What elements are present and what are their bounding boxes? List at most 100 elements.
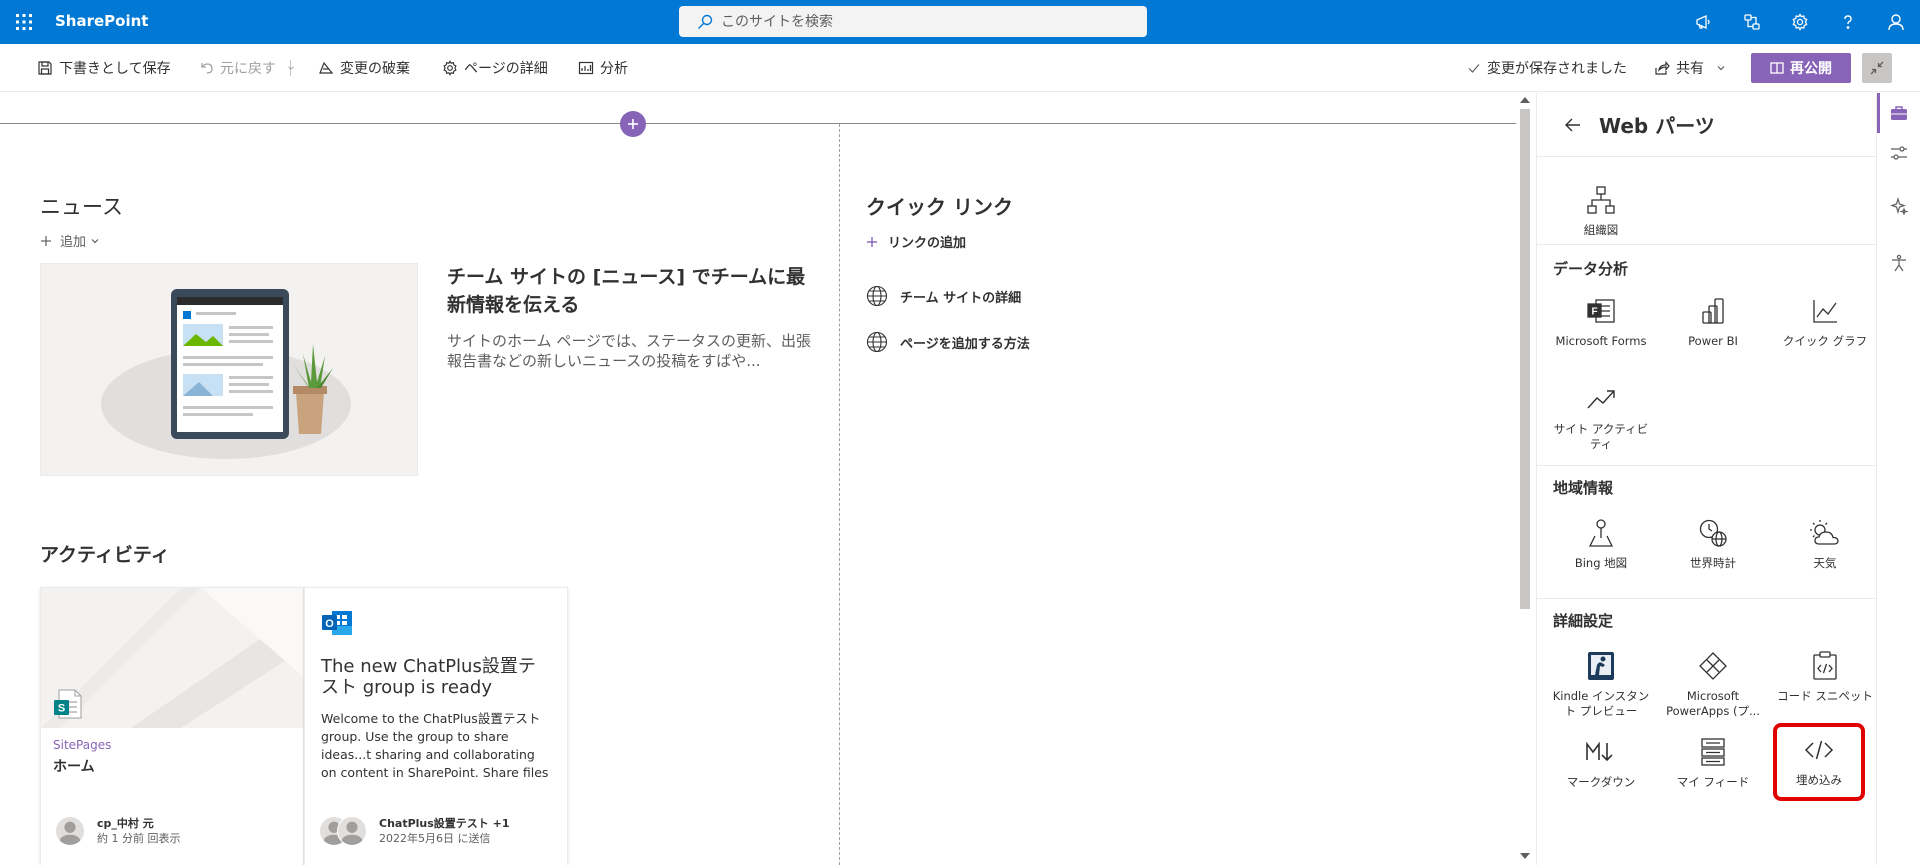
add-section-button[interactable] — [620, 111, 646, 137]
toolbox-section: 地域情報 Bing 地図 世界時計 天気 — [1537, 466, 1876, 599]
back-arrow-icon[interactable] — [1561, 113, 1585, 137]
section-title: 地域情報 — [1553, 479, 1614, 497]
sharepoint-page-icon: S — [53, 688, 83, 720]
save-draft-label: 下書きとして保存 — [59, 61, 171, 77]
settings-icon[interactable] — [1776, 0, 1824, 44]
avatar — [337, 816, 367, 846]
section-separator — [0, 123, 1516, 124]
profile-icon[interactable] — [1872, 0, 1920, 44]
collapse-icon[interactable] — [1862, 53, 1892, 83]
news-add-label: 追加 — [60, 235, 87, 250]
webpart-label: 組織図 — [1583, 223, 1619, 237]
sliders-icon[interactable] — [1877, 133, 1920, 173]
undo-dropdown-chevron-icon[interactable] — [287, 44, 301, 92]
scroll-thumb[interactable] — [1520, 109, 1530, 609]
section-title: 詳細設定 — [1553, 612, 1614, 630]
card-person: ChatPlus設置テスト +1 2022年5月6日 に送信 — [319, 816, 510, 846]
discard-changes-button[interactable]: 変更の破棄 — [318, 44, 410, 92]
webpart-my-feed[interactable]: マイ フィード — [1657, 735, 1769, 790]
app-launcher-icon[interactable] — [10, 8, 38, 36]
webpart-label: コード スニペット — [1777, 689, 1873, 703]
webpart-label: マークダウン — [1566, 775, 1636, 789]
site-search[interactable] — [679, 6, 1147, 37]
webpart-org-chart[interactable]: 組織図 — [1545, 183, 1657, 238]
toolbox-header: Web パーツ — [1537, 93, 1876, 157]
webpart-markdown[interactable]: マークダウン — [1545, 735, 1657, 790]
saved-status-label: 変更が保存されました — [1487, 61, 1627, 77]
svg-text:F: F — [1591, 307, 1597, 318]
analytics-button[interactable]: 分析 — [578, 44, 628, 92]
site-activity-icon — [1545, 382, 1657, 416]
webpart-quick-chart[interactable]: クイック グラフ — [1769, 294, 1876, 349]
webpart-label: 天気 — [1813, 556, 1837, 570]
brand-name[interactable]: SharePoint — [55, 12, 148, 30]
help-icon[interactable] — [1824, 0, 1872, 44]
power-bi-icon — [1657, 294, 1769, 328]
republish-button[interactable]: 再公開 — [1751, 53, 1851, 83]
flow-icon[interactable] — [1728, 0, 1776, 44]
quicklink-item[interactable]: ページを追加する方法 — [866, 331, 1030, 353]
undo-icon — [201, 63, 213, 74]
webpart-microsoft-forms[interactable]: F Microsoft Forms — [1545, 294, 1657, 349]
republish-label: 再公開 — [1790, 61, 1832, 77]
undo-label: 元に戻す — [220, 61, 276, 77]
webpart-kindle-preview[interactable]: Kindle インスタント プレビュー — [1545, 649, 1657, 719]
webpart-embed[interactable]: 埋め込み — [1773, 723, 1865, 801]
discard-icon — [319, 61, 334, 74]
megaphone-icon[interactable] — [1680, 0, 1728, 44]
kindle-icon — [1545, 649, 1657, 683]
card-description: Welcome to the ChatPlus設置テスト group. Use … — [321, 711, 549, 780]
webpart-weather[interactable]: 天気 — [1769, 516, 1876, 571]
news-illustration[interactable] — [40, 263, 418, 476]
sparkle-icon[interactable] — [1877, 186, 1920, 226]
webpart-power-bi[interactable]: Power BI — [1657, 294, 1769, 349]
scroll-up-icon[interactable] — [1520, 97, 1530, 103]
webpart-label: Microsoft PowerApps (プ... — [1666, 689, 1760, 718]
saved-status: 変更が保存されました — [1467, 44, 1627, 92]
canvas-scrollbar[interactable] — [1516, 93, 1534, 865]
accessibility-icon[interactable] — [1877, 243, 1920, 283]
page-details-button[interactable]: ページの詳細 — [442, 44, 548, 92]
plus-icon — [628, 119, 638, 129]
activity-card[interactable]: O The new ChatPlus設置テスト group is ready W… — [304, 587, 568, 865]
quicklinks-heading: クイック リンク — [866, 195, 1013, 219]
save-draft-button[interactable]: 下書きとして保存 — [37, 44, 171, 92]
quicklink-label: チーム サイトの詳細 — [900, 290, 1022, 306]
card-title: The new ChatPlus設置テスト group is ready — [321, 656, 536, 698]
webpart-bing-maps[interactable]: Bing 地図 — [1545, 516, 1657, 571]
activity-card[interactable]: S SitePages ホーム cp_中村 元 約 1 分前 回表示 — [40, 587, 304, 865]
card-meta: SitePages — [53, 738, 112, 752]
undo-button[interactable]: 元に戻す — [198, 44, 276, 92]
news-title[interactable]: チーム サイトの [ニュース] でチームに最新情報を伝える — [447, 263, 817, 319]
discard-label: 変更の破棄 — [340, 61, 410, 77]
org-chart-icon — [1545, 183, 1657, 217]
news-heading: ニュース — [40, 195, 123, 219]
quicklink-item[interactable]: チーム サイトの詳細 — [866, 285, 1021, 307]
command-bar: 下書きとして保存 元に戻す 変更の破棄 ページの詳細 分析 変更が保存されました… — [0, 44, 1920, 92]
webpart-code-snippet[interactable]: コード スニペット — [1769, 649, 1876, 704]
webpart-label: クイック グラフ — [1782, 334, 1868, 348]
world-clock-icon — [1657, 516, 1769, 550]
person-name: cp_中村 元 — [97, 817, 154, 830]
share-button[interactable]: 共有 — [1654, 44, 1732, 92]
scroll-down-icon[interactable] — [1520, 853, 1530, 859]
webpart-label: マイ フィード — [1676, 775, 1750, 789]
forms-icon: F — [1545, 294, 1657, 328]
news-add-button[interactable]: 追加 — [40, 231, 100, 250]
person-name: ChatPlus設置テスト +1 — [379, 817, 510, 830]
toolbox-section: データ分析 F Microsoft Forms Power BI クイック グラ… — [1537, 245, 1876, 466]
webpart-site-activity[interactable]: サイト アクティビティ — [1545, 382, 1657, 452]
person-sub: 2022年5月6日 に送信 — [379, 832, 491, 845]
toolbox-toggle[interactable] — [1877, 93, 1920, 133]
add-link-button[interactable]: リンクの追加 — [866, 232, 966, 251]
webpart-powerapps[interactable]: Microsoft PowerApps (プ... — [1657, 649, 1769, 719]
outlook-icon: O — [321, 608, 353, 638]
search-input[interactable] — [721, 13, 1121, 30]
briefcase-icon — [1891, 106, 1907, 120]
person-sub: 約 1 分前 回表示 — [97, 832, 181, 845]
column-divider — [839, 124, 840, 865]
toolbox-section: 詳細設定 Kindle インスタント プレビュー Microsoft Power… — [1537, 599, 1876, 865]
webpart-world-clock[interactable]: 世界時計 — [1657, 516, 1769, 571]
quicklink-label: ページを追加する方法 — [900, 336, 1030, 352]
search-icon — [698, 14, 713, 29]
